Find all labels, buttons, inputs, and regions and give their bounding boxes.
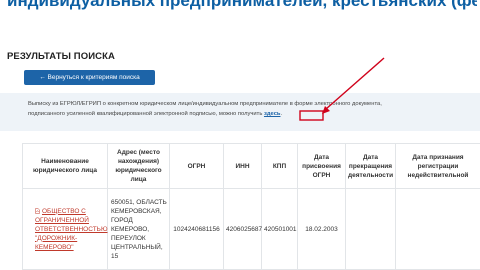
notice-line-2: подписанного усиленной квалифицированной… — [28, 111, 263, 117]
cell-address: 650051, ОБЛАСТЬ КЕМЕРОВСКАЯ, ГОРОД КЕМЕР… — [107, 188, 170, 270]
notice-line-1: Выписку из ЕГРЮЛ/ЕГРИП о конкретном юрид… — [28, 101, 382, 107]
header-invalid-date: Дата признания регистрации недействитель… — [395, 143, 480, 189]
header-ogrn-date: Дата присвоения ОГРН — [297, 143, 346, 189]
header-address: Адрес (место нахождения) юридического ли… — [107, 143, 170, 189]
extract-here-link[interactable]: здесь — [264, 111, 281, 117]
cell-inn: 4206025687 — [223, 188, 262, 270]
notice-tail: . — [280, 111, 283, 117]
cell-termination-date — [345, 188, 396, 270]
cell-ogrn: 1024240681156 — [169, 188, 224, 270]
results-heading: РЕЗУЛЬТАТЫ ПОИСКА — [7, 51, 115, 62]
header-ogrn: ОГРН — [169, 143, 224, 189]
header-name: Наименование юридического лица — [22, 143, 108, 189]
org-name-link[interactable]: ОБЩЕСТВО С ОГРАНИЧЕННОЙ ОТВЕТСТВЕННОСТЬЮ… — [35, 208, 108, 251]
notice-text: Выписку из ЕГРЮЛ/ЕГРИП о конкретном юрид… — [28, 99, 468, 119]
header-inn: ИНН — [223, 143, 262, 189]
cell-name: ОБЩЕСТВО С ОГРАНИЧЕННОЙ ОТВЕТСТВЕННОСТЬЮ… — [22, 188, 108, 270]
back-to-criteria-button[interactable]: ← Вернуться к критериям поиска — [24, 70, 155, 85]
pdf-icon[interactable] — [35, 207, 40, 214]
cell-invalid-date — [395, 188, 480, 270]
cell-ogrn-date: 18.02.2003 — [297, 188, 346, 270]
page-title: индивидуальных предпринимателей, крестья… — [7, 0, 477, 10]
results-table: Наименование юридического лица Адрес (ме… — [22, 143, 480, 270]
table-header-row: Наименование юридического лица Адрес (ме… — [22, 143, 480, 189]
cell-kpp: 420501001 — [261, 188, 298, 270]
header-termination-date: Дата прекращения деятельности — [345, 143, 396, 189]
header-kpp: КПП — [261, 143, 298, 189]
table-row: ОБЩЕСТВО С ОГРАНИЧЕННОЙ ОТВЕТСТВЕННОСТЬЮ… — [22, 188, 480, 270]
